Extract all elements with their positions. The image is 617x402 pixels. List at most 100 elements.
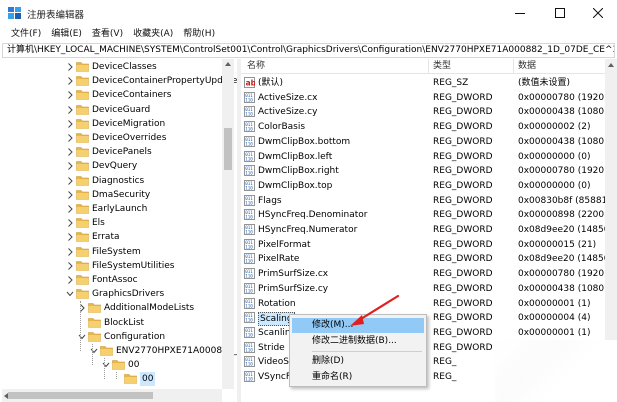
- cell-name: DwmClipBox.top: [258, 180, 333, 191]
- tree-item[interactable]: FileSystemUtilities: [2, 259, 234, 273]
- table-row[interactable]: 011 110 DwmClipBox.right REG_DWORD 0x0000078…: [241, 164, 608, 179]
- tree-item[interactable]: BlockList: [2, 316, 234, 330]
- tree-item[interactable]: 00: [2, 372, 234, 387]
- binary-value-icon: 011110: [244, 341, 255, 353]
- table-row[interactable]: 011 110 ActiveSize.cx REG_DWORD 0x00000780 (…: [241, 91, 608, 106]
- tree-item[interactable]: EarlyLaunch: [2, 202, 234, 216]
- table-row[interactable]: 011 110 Rotation REG_DWORD 0x00000001 (1): [241, 297, 605, 312]
- close-button[interactable]: [578, 0, 617, 26]
- scroll-up-icon[interactable]: [608, 63, 614, 67]
- chevron-right-icon[interactable]: [66, 62, 74, 72]
- minimize-button[interactable]: [500, 0, 539, 26]
- chevron-right-icon[interactable]: [66, 204, 74, 214]
- column-divider[interactable]: [513, 59, 514, 74]
- chevron-right-icon[interactable]: [66, 90, 74, 100]
- tree-item[interactable]: DeviceContainerPropertyUpdateEv: [2, 74, 237, 88]
- table-row[interactable]: 011 110 Flags REG_DWORD 0x00830b8f (858811: [241, 194, 613, 209]
- tree-hscroll-thumb[interactable]: [8, 392, 153, 399]
- column-type-header[interactable]: 类型: [433, 59, 451, 74]
- cell-type: REG_DWORD: [433, 92, 493, 103]
- folder-icon: [76, 76, 89, 86]
- menu-delete[interactable]: 删除(D): [292, 354, 424, 369]
- chevron-right-icon[interactable]: [66, 218, 74, 228]
- table-row[interactable]: 011 110 PrimSurfSize.cy REG_DWORD 0x00000438…: [241, 282, 608, 297]
- tree-item[interactable]: FileSystem: [2, 245, 234, 259]
- tree-item[interactable]: Errata: [2, 230, 234, 244]
- chevron-right-icon[interactable]: [66, 261, 74, 271]
- column-data-header[interactable]: 数据: [518, 59, 536, 74]
- chevron-right-icon[interactable]: [66, 190, 74, 200]
- menu-view[interactable]: 查看(V): [87, 26, 128, 42]
- table-row[interactable]: 011 110 PrimSurfSize.cx REG_DWORD 0x00000780…: [241, 267, 608, 282]
- registry-editor-window: 注册表编辑器 文件(F) 编辑(E) 查看(V) 收藏夹(A) 帮助(H) 计算…: [0, 0, 617, 402]
- binary-value-icon: 011110: [244, 135, 255, 147]
- tree-item[interactable]: DeviceOverrides: [2, 131, 234, 145]
- tree-item[interactable]: FontAssoc: [2, 273, 234, 287]
- binary-value-icon: 011110: [244, 121, 255, 132]
- tree-item[interactable]: DeviceGuard: [2, 103, 234, 117]
- tree-item[interactable]: Els: [2, 216, 234, 230]
- chevron-down-icon[interactable]: [66, 289, 74, 299]
- table-row[interactable]: 011 110 HSyncFreq.Denominator REG_DWORD 0x00…: [241, 208, 608, 223]
- column-name-header[interactable]: 名称: [247, 59, 265, 74]
- tree-item[interactable]: ENV2770HPXE71A000882_1: [2, 344, 237, 358]
- table-row[interactable]: 011 110 ActiveSize.cy REG_DWORD 0x00000438 (…: [241, 105, 608, 120]
- tree-vertical-scrollbar[interactable]: [222, 59, 234, 389]
- cell-name: DwmClipBox.left: [258, 151, 333, 162]
- chevron-right-icon[interactable]: [66, 119, 74, 129]
- table-row[interactable]: 011 110 DwmClipBox.left REG_DWORD 0x00000000…: [241, 150, 605, 165]
- table-row[interactable]: 011 110 HSyncFreq.Numerator REG_DWORD 0x08d9…: [241, 223, 609, 238]
- table-row[interactable]: 011 110 PixelFormat REG_DWORD 0x00000015 (21…: [241, 238, 605, 253]
- table-row[interactable]: 011 110 DwmClipBox.bottom REG_DWORD 0x000004…: [241, 135, 608, 150]
- menu-file[interactable]: 文件(F): [6, 26, 46, 42]
- tree-item[interactable]: DeviceClasses: [2, 60, 234, 74]
- tree-item[interactable]: Configuration: [2, 330, 234, 344]
- address-bar[interactable]: 计算机\HKEY_LOCAL_MACHINE\SYSTEM\ControlSet…: [2, 43, 615, 58]
- table-row[interactable]: ab (默认) REG_SZ (数值未设置): [241, 76, 605, 91]
- svg-text:110: 110: [245, 127, 253, 132]
- tree-item[interactable]: DevQuery: [2, 159, 234, 173]
- table-row[interactable]: 011 110 DwmClipBox.top REG_DWORD 0x00000000 …: [241, 179, 605, 194]
- table-row[interactable]: 011 110 PixelRate REG_DWORD 0x08d9ee20 (1485…: [241, 252, 609, 267]
- chevron-right-icon[interactable]: [66, 147, 74, 157]
- chevron-right-icon[interactable]: [66, 275, 74, 285]
- menu-rename[interactable]: 重命名(R): [292, 370, 424, 385]
- cell-type: REG_DWORD: [433, 136, 493, 147]
- svg-text:110: 110: [245, 303, 253, 308]
- chevron-right-icon[interactable]: [66, 133, 74, 143]
- tree-item[interactable]: Diagnostics: [2, 174, 234, 188]
- key-tree[interactable]: DeviceClasses DeviceContainerPropertyUpda…: [2, 59, 237, 402]
- chevron-right-icon[interactable]: [66, 105, 74, 115]
- scroll-up-icon[interactable]: [225, 62, 231, 66]
- menu-edit[interactable]: 编辑(E): [46, 26, 87, 42]
- menu-modify-binary[interactable]: 修改二进制数据(B)...: [292, 334, 424, 349]
- cell-type: REG_DWORD: [433, 313, 493, 324]
- chevron-right-icon[interactable]: [66, 247, 74, 257]
- chevron-right-icon[interactable]: [66, 176, 74, 186]
- menu-modify[interactable]: 修改(M)...: [292, 318, 424, 333]
- cell-name: HSyncFreq.Denominator: [258, 210, 368, 221]
- tree-item[interactable]: DevicePanels: [2, 145, 234, 159]
- tree-item[interactable]: DeviceContainers: [2, 88, 234, 102]
- chevron-right-icon[interactable]: [66, 232, 74, 242]
- tree-item[interactable]: GraphicsDrivers: [2, 287, 234, 301]
- maximize-button[interactable]: [540, 0, 579, 26]
- table-row[interactable]: 011 110 ColorBasis REG_DWORD 0x00000002 (2): [241, 120, 605, 135]
- menu-favorites[interactable]: 收藏夹(A): [128, 26, 178, 42]
- cell-data: 0x00000015 (21): [518, 239, 597, 250]
- menu-help[interactable]: 帮助(H): [178, 26, 220, 42]
- tree-item[interactable]: 00: [2, 358, 234, 372]
- tree-item[interactable]: DeviceMigration: [2, 117, 234, 131]
- column-divider[interactable]: [428, 59, 429, 74]
- cell-name: DwmClipBox.right: [258, 166, 339, 177]
- svg-text:110: 110: [245, 244, 253, 249]
- tree-scroll-thumb[interactable]: [224, 128, 232, 170]
- title-bar[interactable]: 注册表编辑器: [0, 0, 617, 26]
- cell-data: 0x00830b8f (858811: [518, 195, 614, 206]
- cell-data: (数值未设置): [518, 78, 571, 88]
- tree-item[interactable]: DmaSecurity: [2, 188, 234, 202]
- chevron-right-icon[interactable]: [66, 161, 74, 171]
- tree-item-label: DeviceOverrides: [92, 133, 167, 143]
- chevron-right-icon[interactable]: [66, 76, 74, 86]
- tree-item[interactable]: AdditionalModeLists: [2, 301, 234, 315]
